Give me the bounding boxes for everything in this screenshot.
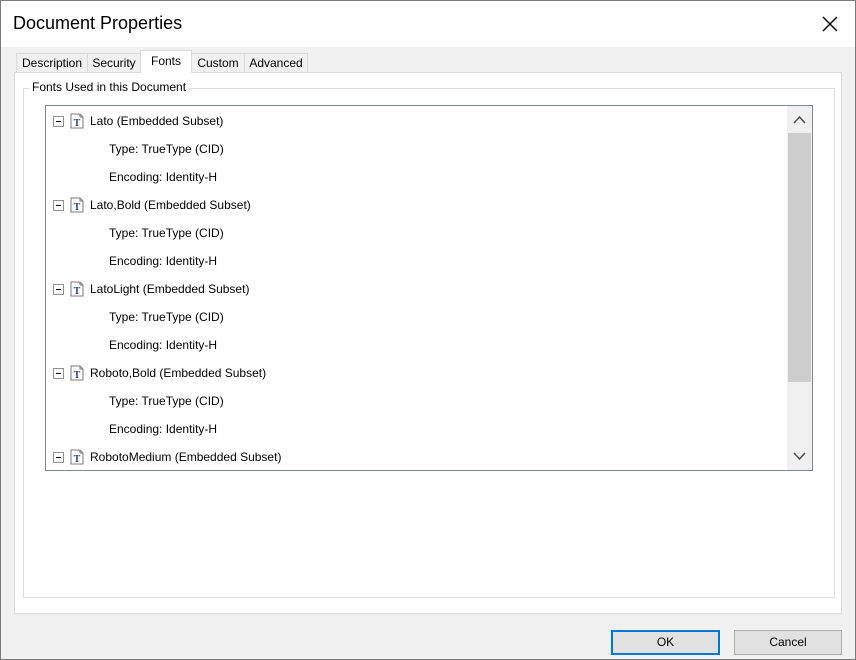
chevron-up-icon bbox=[793, 115, 806, 124]
title-bar: Document Properties bbox=[1, 1, 855, 47]
tab-advanced-label: Advanced bbox=[249, 56, 303, 70]
tab-fonts-label: Fonts bbox=[150, 54, 181, 68]
svg-text:T: T bbox=[74, 370, 81, 381]
tab-description-label: Description bbox=[21, 56, 83, 70]
cancel-button[interactable]: Cancel bbox=[734, 630, 842, 655]
fonts-tree-view[interactable]: T Lato (Embedded Subset) Type: TrueType … bbox=[45, 105, 813, 471]
scroll-thumb[interactable] bbox=[788, 133, 811, 382]
font-name: RobotoMedium (Embedded Subset) bbox=[90, 450, 282, 464]
font-encoding: Encoding: Identity-H bbox=[109, 422, 218, 436]
font-type: Type: TrueType (CID) bbox=[109, 226, 224, 240]
svg-text:T: T bbox=[74, 286, 81, 297]
font-type: Type: TrueType (CID) bbox=[109, 142, 224, 156]
scroll-up-button[interactable] bbox=[787, 106, 812, 132]
truetype-font-icon: T bbox=[70, 197, 84, 213]
font-name: Roboto,Bold (Embedded Subset) bbox=[90, 366, 267, 380]
truetype-font-icon: T bbox=[70, 113, 84, 129]
tab-custom[interactable]: Custom bbox=[191, 53, 245, 72]
font-name: Lato (Embedded Subset) bbox=[90, 114, 224, 128]
truetype-font-icon: T bbox=[70, 449, 84, 465]
collapse-icon[interactable] bbox=[53, 368, 64, 379]
document-properties-dialog: Document Properties Description Security… bbox=[0, 0, 856, 660]
tab-security[interactable]: Security bbox=[87, 53, 141, 72]
font-type: Type: TrueType (CID) bbox=[109, 394, 224, 408]
truetype-font-icon: T bbox=[70, 281, 84, 297]
font-type: Type: TrueType (CID) bbox=[109, 310, 224, 324]
ok-button-label: OK bbox=[656, 635, 675, 649]
collapse-icon[interactable] bbox=[53, 452, 64, 463]
close-button[interactable] bbox=[813, 7, 847, 41]
collapse-icon[interactable] bbox=[53, 116, 64, 127]
svg-text:T: T bbox=[74, 454, 81, 465]
chevron-down-icon bbox=[793, 452, 806, 461]
collapse-icon[interactable] bbox=[53, 200, 64, 211]
truetype-font-icon: T bbox=[70, 365, 84, 381]
font-name: LatoLight (Embedded Subset) bbox=[90, 282, 250, 296]
svg-text:T: T bbox=[74, 202, 81, 213]
tab-custom-label: Custom bbox=[197, 56, 239, 70]
close-icon bbox=[822, 16, 838, 32]
tab-description[interactable]: Description bbox=[16, 53, 88, 72]
svg-text:T: T bbox=[74, 118, 81, 129]
font-encoding: Encoding: Identity-H bbox=[109, 170, 218, 184]
tab-security-label: Security bbox=[92, 56, 136, 70]
collapse-icon[interactable] bbox=[53, 284, 64, 295]
vertical-scrollbar[interactable] bbox=[787, 106, 812, 470]
font-name: Lato,Bold (Embedded Subset) bbox=[90, 198, 251, 212]
tab-advanced[interactable]: Advanced bbox=[244, 53, 308, 72]
tab-fonts[interactable]: Fonts bbox=[140, 50, 192, 73]
font-encoding: Encoding: Identity-H bbox=[109, 338, 218, 352]
dialog-title: Document Properties bbox=[13, 13, 183, 33]
scroll-down-button[interactable] bbox=[787, 444, 812, 470]
fonts-group-label: Fonts Used in this Document bbox=[29, 80, 190, 94]
ok-button[interactable]: OK bbox=[611, 630, 720, 655]
cancel-button-label: Cancel bbox=[769, 635, 807, 649]
font-encoding: Encoding: Identity-H bbox=[109, 254, 218, 268]
